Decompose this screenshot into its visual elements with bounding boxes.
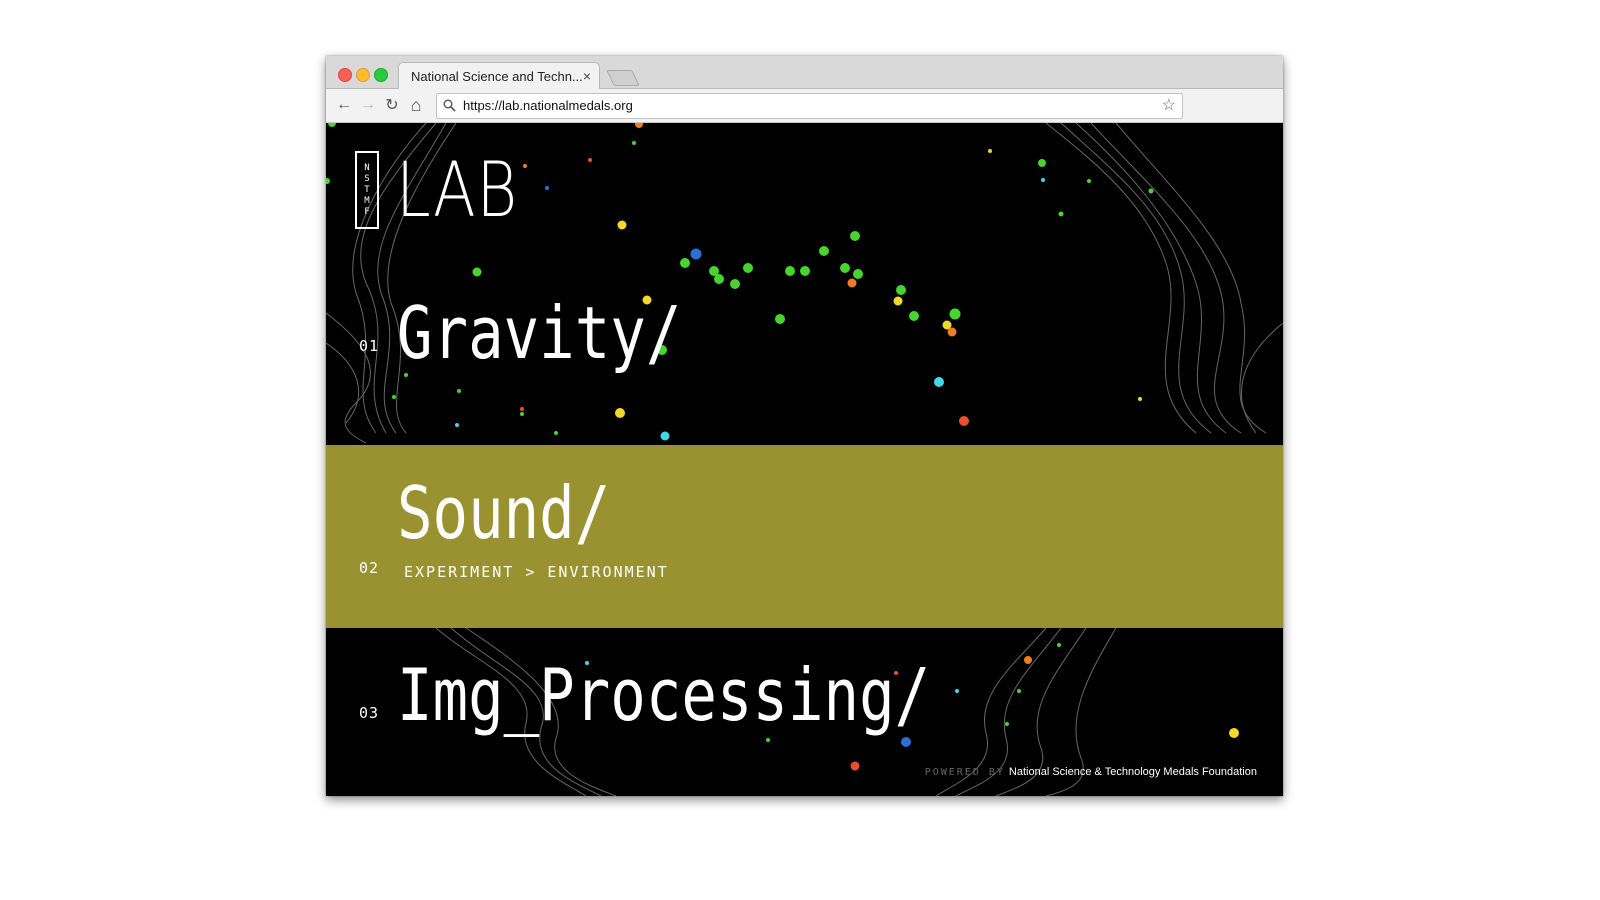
page-viewport: N S T M F LAB 01 Gravity/ 02 Sound/ EXPE… bbox=[326, 123, 1283, 796]
window-maximize-button[interactable] bbox=[374, 68, 388, 82]
nstmf-logo[interactable]: N S T M F bbox=[355, 151, 379, 229]
wave-lines-right bbox=[1045, 123, 1283, 434]
logo-letter: S bbox=[364, 174, 370, 184]
browser-toolbar: ← → ↻ ⌂ https://lab.nationalmedals.org ☆ bbox=[326, 89, 1283, 123]
search-icon bbox=[443, 99, 456, 112]
menu-item-number: 01 bbox=[359, 337, 380, 355]
menu-item-number: 03 bbox=[359, 704, 380, 722]
powered-by-label: POWERED BY bbox=[924, 767, 1005, 778]
browser-tab[interactable]: National Science and Techn... × bbox=[398, 62, 600, 90]
foundation-link[interactable]: National Science & Technology Medals Fou… bbox=[1009, 766, 1257, 778]
logo-letter: T bbox=[364, 185, 370, 195]
menu-item-number: 02 bbox=[359, 559, 380, 577]
site-title: LAB bbox=[396, 145, 519, 234]
url-text: https://lab.nationalmedals.org bbox=[463, 98, 633, 113]
browser-window: National Science and Techn... × ← → ↻ ⌂ … bbox=[326, 56, 1283, 796]
star-icon[interactable]: ☆ bbox=[1162, 95, 1176, 115]
logo-letter: F bbox=[364, 207, 370, 217]
window-close-button[interactable] bbox=[338, 68, 352, 82]
sound-breadcrumb[interactable]: EXPERIMENT > ENVIRONMENT bbox=[404, 563, 669, 581]
new-tab-button[interactable] bbox=[606, 70, 640, 86]
home-icon[interactable]: ⌂ bbox=[406, 95, 426, 115]
window-minimize-button[interactable] bbox=[356, 68, 370, 82]
back-arrow-icon[interactable]: ← bbox=[334, 95, 354, 115]
footer-credit[interactable]: POWERED BY National Science & Technology … bbox=[925, 766, 1257, 778]
forward-arrow-icon[interactable]: → bbox=[358, 95, 378, 115]
menu-item-sound-band[interactable]: 02 Sound/ EXPERIMENT > ENVIRONMENT bbox=[326, 445, 1283, 628]
menu-item-gravity[interactable]: Gravity/ bbox=[397, 293, 681, 373]
menu-item-img-processing[interactable]: Img_Processing/ bbox=[397, 655, 930, 735]
menu-item-sound[interactable]: Sound/ bbox=[397, 473, 610, 553]
close-icon[interactable]: × bbox=[583, 68, 591, 84]
address-bar[interactable]: https://lab.nationalmedals.org ☆ bbox=[436, 93, 1183, 119]
reload-icon[interactable]: ↻ bbox=[382, 95, 402, 115]
logo-letter: M bbox=[364, 196, 370, 206]
logo-letter: N bbox=[364, 163, 370, 173]
tab-title: National Science and Techn... bbox=[411, 69, 583, 84]
tab-bar: National Science and Techn... × bbox=[326, 56, 1283, 90]
